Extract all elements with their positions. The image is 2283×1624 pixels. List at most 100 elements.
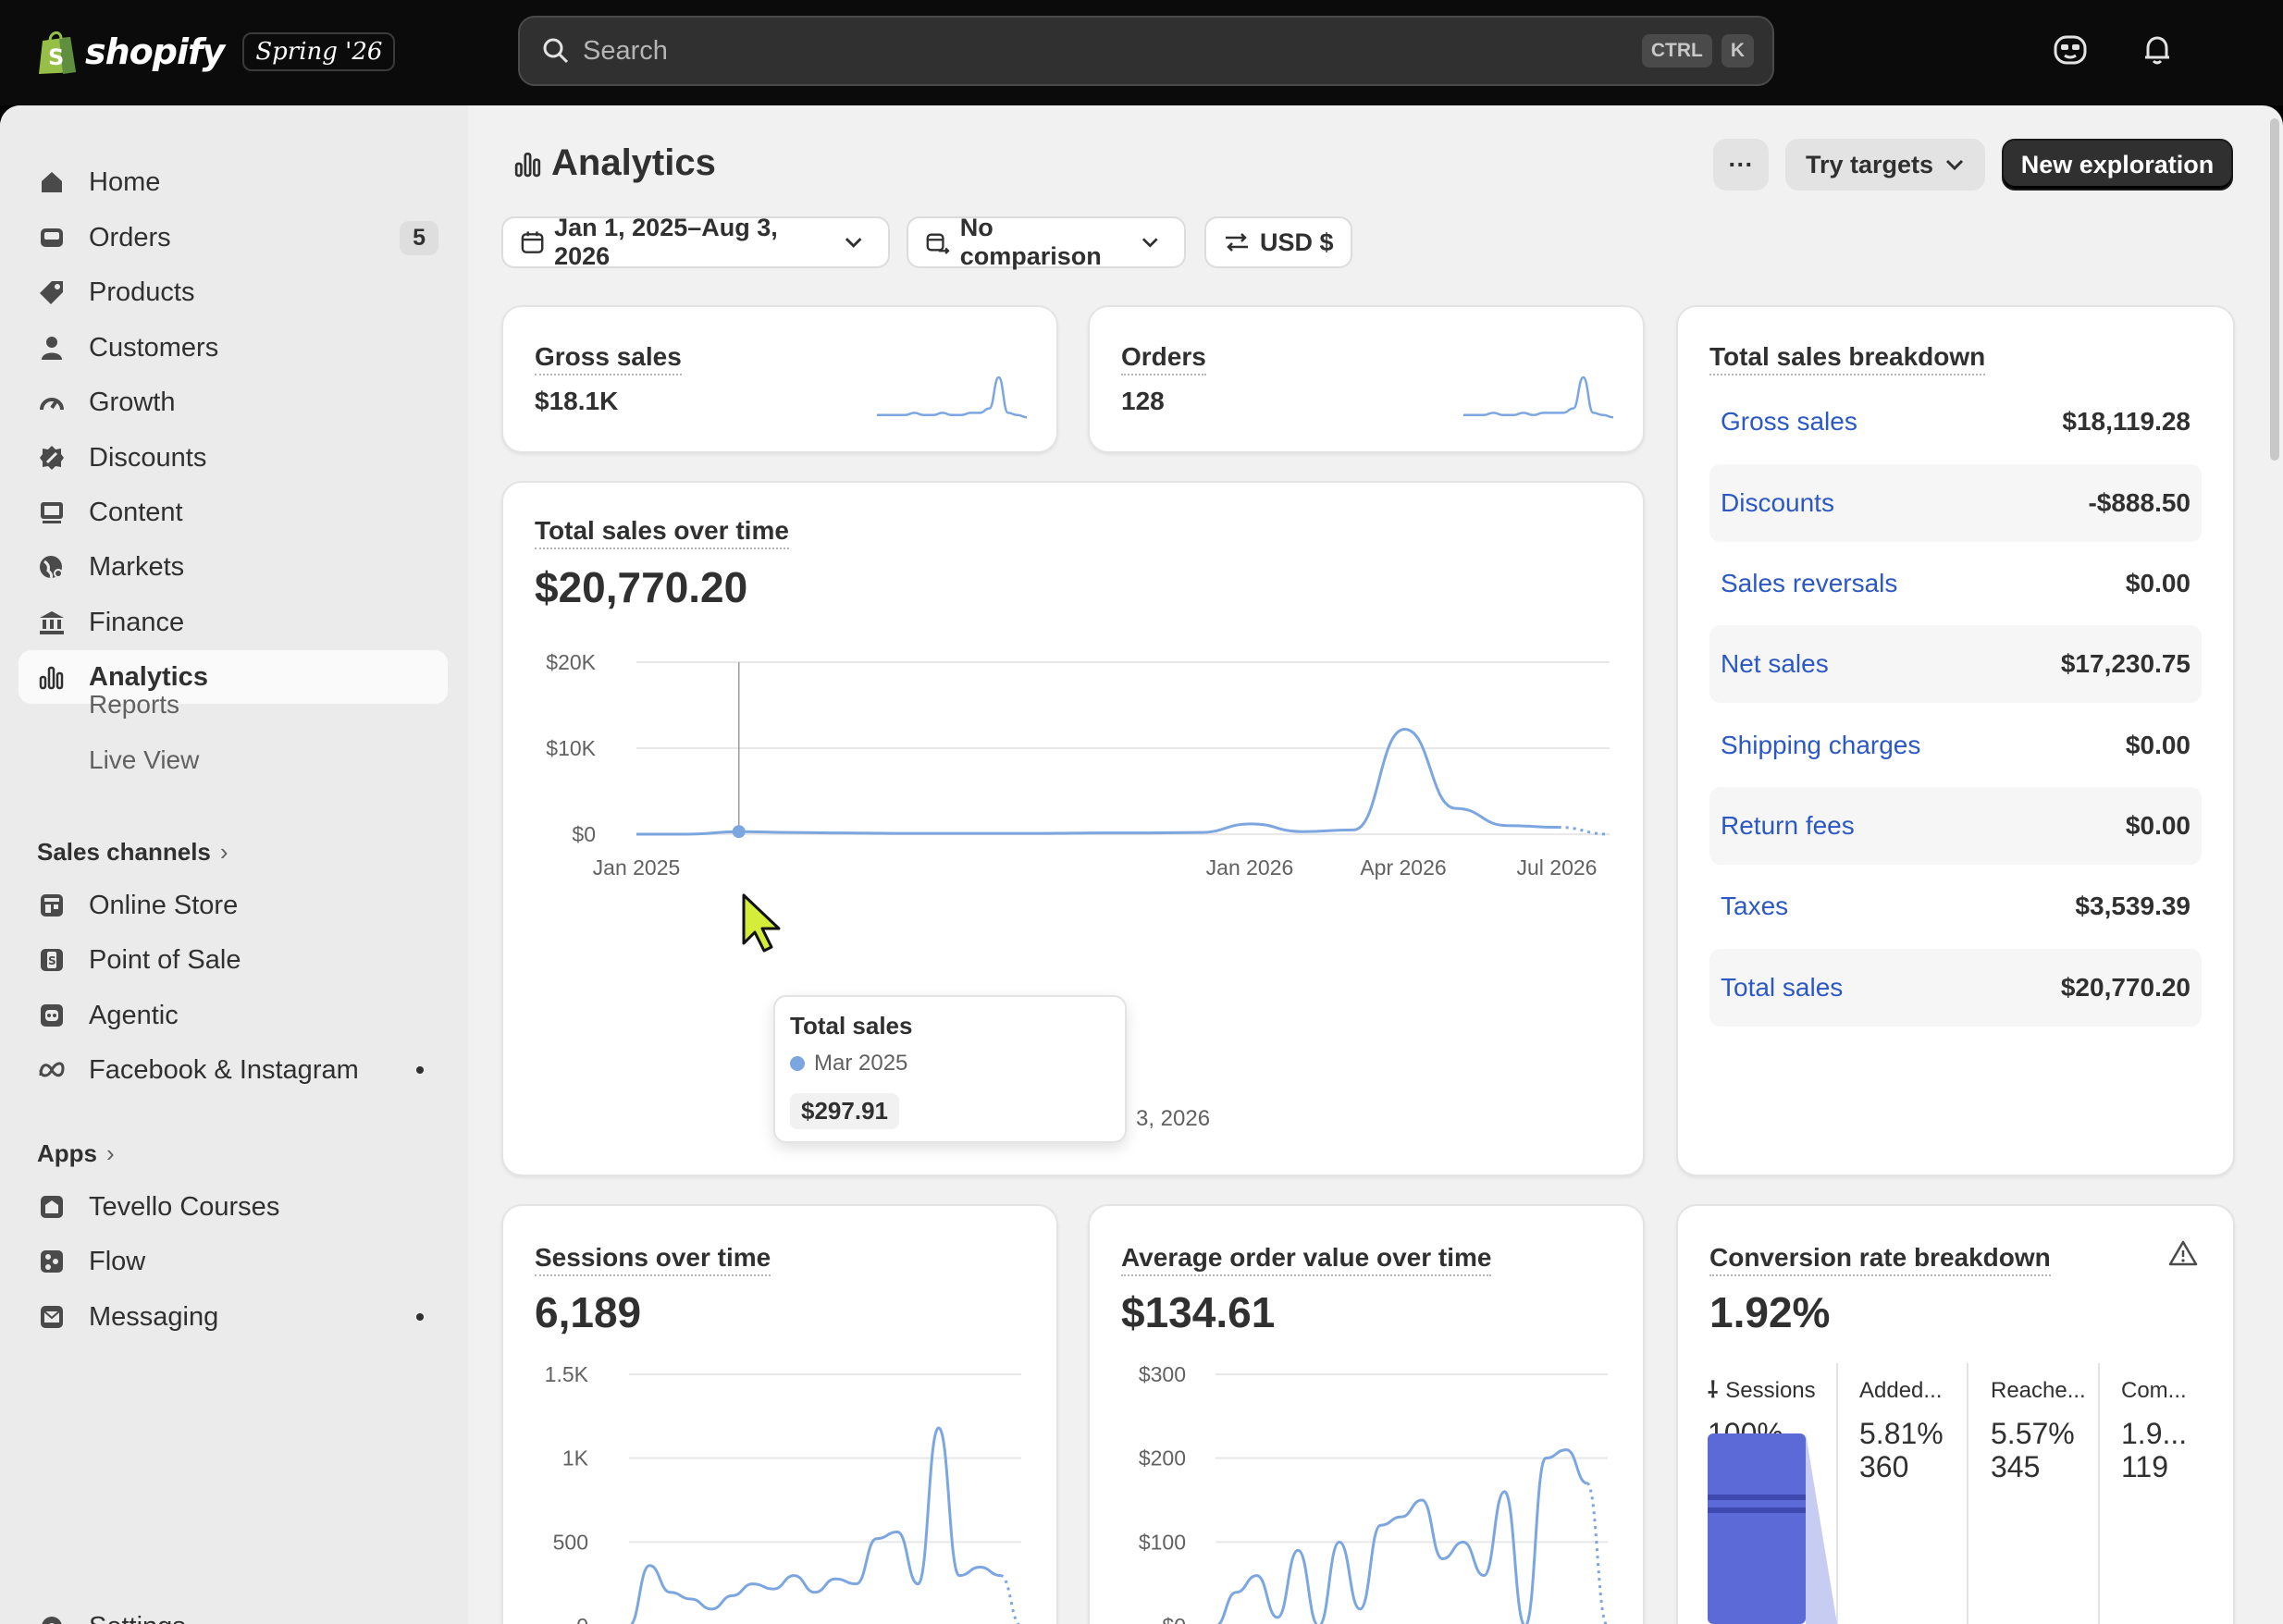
currency-picker[interactable]: USD $ — [1204, 216, 1352, 268]
search-placeholder: Search — [583, 35, 668, 66]
breakdown-row[interactable]: Return fees $0.00 — [1709, 787, 2202, 865]
sidebar-item-customers[interactable]: Customers — [19, 321, 448, 375]
breakdown-value: -$888.50 — [2088, 488, 2190, 517]
meta-icon — [37, 1055, 67, 1085]
shortcut-ctrl: CTRL — [1641, 34, 1712, 68]
sidebar-item-discounts[interactable]: Discounts — [19, 431, 448, 485]
page-scrollbar[interactable] — [2270, 118, 2279, 461]
sidebar-item-label: Products — [89, 277, 195, 307]
breakdown-row[interactable]: Net sales $17,230.75 — [1709, 625, 2202, 703]
breakdown-row[interactable]: Gross sales $18,119.28 — [1709, 383, 2202, 461]
breakdown-label[interactable]: Sales reversals — [1721, 569, 1897, 598]
date-range-picker[interactable]: Jan 1, 2025–Aug 3, 2026 — [501, 214, 890, 270]
funnel-bar-sessions[interactable] — [1708, 1433, 1806, 1624]
sidebar-item-growth[interactable]: Growth — [19, 375, 448, 429]
y-tick-label: $10K — [546, 736, 596, 760]
breakdown-label[interactable]: Shipping charges — [1721, 731, 1920, 760]
breakdown-row[interactable]: Shipping charges $0.00 — [1709, 707, 2202, 784]
sidebar-subitem-reports[interactable]: Reports — [89, 690, 179, 720]
comparison-picker[interactable]: No comparison — [907, 214, 1186, 270]
sessions-card[interactable]: Sessions over time 6,189 1.5K 1K 500 0 — [501, 1204, 1058, 1624]
breakdown-label[interactable]: Net sales — [1721, 649, 1829, 679]
funnel-step-reached[interactable]: Reache... 5.57% 345 — [1991, 1374, 2092, 1483]
sidebar-item-label: Home — [89, 166, 161, 197]
sales-channels-header[interactable]: Sales channels › — [37, 838, 228, 867]
conversion-title[interactable]: Conversion rate breakdown — [1709, 1243, 2051, 1276]
breakdown-label[interactable]: Discounts — [1721, 488, 1834, 518]
breakdown-row[interactable]: Total sales $20,770.20 — [1709, 949, 2202, 1027]
breakdown-label[interactable]: Gross sales — [1721, 407, 1857, 437]
sidebar-channel-agentic[interactable]: Agentic — [19, 989, 448, 1042]
sidebar-app-flow[interactable]: Flow — [19, 1235, 448, 1288]
tag-icon — [37, 277, 67, 307]
search-bar[interactable]: Search CTRL K — [518, 16, 1774, 86]
warning-icon[interactable] — [2168, 1239, 2198, 1267]
sidebar-item-settings[interactable]: Settings — [19, 1600, 448, 1624]
sidebar-channel-facebook-instagram[interactable]: Facebook & Instagram — [19, 1043, 448, 1097]
store-icon — [37, 891, 67, 920]
aov-chart[interactable]: $300 $200 $100 $0 — [1090, 1345, 1645, 1624]
sidebar-item-label: Online Store — [89, 890, 239, 920]
sidebar-subitem-live-view[interactable]: Live View — [89, 745, 199, 775]
sidebar-item-label: Tevello Courses — [89, 1191, 280, 1222]
orders-title[interactable]: Orders — [1121, 342, 1206, 375]
bell-icon[interactable] — [2139, 31, 2176, 68]
series-dot — [790, 1056, 805, 1071]
y-tick-label: 1K — [562, 1446, 589, 1470]
funnel-step-completed[interactable]: Com... 1.9... 119 — [2121, 1374, 2214, 1483]
sidebar-item-analytics[interactable]: Analytics — [19, 650, 448, 704]
sidebar-channel-point-of-sale[interactable]: S Point of Sale — [19, 933, 448, 987]
funnel-step-added[interactable]: Added... 5.81% 360 — [1859, 1374, 1961, 1483]
bar-chart-icon — [514, 152, 541, 177]
gross-sales-title[interactable]: Gross sales — [535, 342, 682, 375]
sessions-chart[interactable]: 1.5K 1K 500 0 — [503, 1345, 1058, 1624]
shopify-logo[interactable]: S shopify Spring '26 — [35, 26, 396, 78]
sidebar-item-content[interactable]: Content — [19, 486, 448, 539]
new-exploration-button[interactable]: New exploration — [2002, 139, 2233, 191]
sidebar-channel-online-store[interactable]: Online Store — [19, 879, 448, 932]
funnel-step-count: 360 — [1859, 1450, 1909, 1483]
orders-card[interactable]: Orders 128 — [1088, 305, 1645, 453]
breakdown-label[interactable]: Taxes — [1721, 892, 1788, 921]
gross-sales-card[interactable]: Gross sales $18.1K — [501, 305, 1058, 453]
sidebar-item-label: Settings — [89, 1612, 448, 1624]
sidebar-item-finance[interactable]: Finance — [19, 596, 448, 649]
series-line — [636, 728, 1559, 836]
sidebar-item-home[interactable]: Home — [19, 155, 448, 209]
breakdown-label[interactable]: Return fees — [1721, 811, 1855, 841]
sidebar-item-products[interactable]: Products — [19, 265, 448, 319]
y-tick-label: $100 — [1139, 1530, 1186, 1554]
sidebar-item-orders[interactable]: Orders 5 — [19, 211, 448, 265]
total-sales-chart[interactable]: $20K $10K $0 Jan 2025 Jan 2026 Apr 2026 Jul 20… — [503, 621, 1645, 890]
sidekick-icon[interactable] — [2052, 31, 2089, 68]
edition-badge[interactable]: Spring '26 — [242, 32, 396, 71]
flow-icon — [37, 1247, 67, 1276]
chevron-down-icon — [845, 238, 862, 248]
sessions-title[interactable]: Sessions over time — [535, 1243, 771, 1276]
breakdown-row[interactable]: Taxes $3,539.39 — [1709, 867, 2202, 945]
aov-title[interactable]: Average order value over time — [1121, 1243, 1492, 1276]
apps-header[interactable]: Apps › — [37, 1139, 115, 1168]
status-dot — [416, 1313, 424, 1321]
breakdown-row[interactable]: Discounts -$888.50 — [1709, 464, 2202, 542]
breakdown-label[interactable]: Total sales — [1721, 973, 1843, 1003]
sidebar-app-messaging[interactable]: Messaging — [19, 1290, 448, 1344]
breakdown-title[interactable]: Total sales breakdown — [1709, 342, 1986, 375]
aov-card[interactable]: Average order value over time $134.61 $3… — [1088, 1204, 1645, 1624]
funnel-step-label: Sessions — [1725, 1378, 1816, 1403]
tooltip-date: Mar 2025 — [814, 1051, 908, 1076]
sidebar-item-markets[interactable]: Markets — [19, 540, 448, 594]
chevron-down-icon — [1142, 238, 1158, 248]
total-sales-title[interactable]: Total sales over time — [535, 516, 789, 549]
breakdown-row[interactable]: Sales reversals $0.00 — [1709, 545, 2202, 622]
breakdown-value: $3,539.39 — [2075, 892, 2190, 920]
funnel-step-label: Com... — [2121, 1378, 2187, 1403]
try-targets-button[interactable]: Try targets — [1785, 139, 1985, 191]
gauge-icon — [37, 388, 67, 417]
mouse-cursor-icon — [742, 893, 781, 953]
funnel-step-count: 345 — [1991, 1450, 2041, 1483]
more-actions-button[interactable]: ··· — [1713, 139, 1769, 191]
funnel-bar-chart[interactable] — [1708, 1433, 1837, 1624]
sidebar-app-tevello-courses[interactable]: Tevello Courses — [19, 1180, 448, 1234]
bank-icon — [37, 608, 67, 637]
